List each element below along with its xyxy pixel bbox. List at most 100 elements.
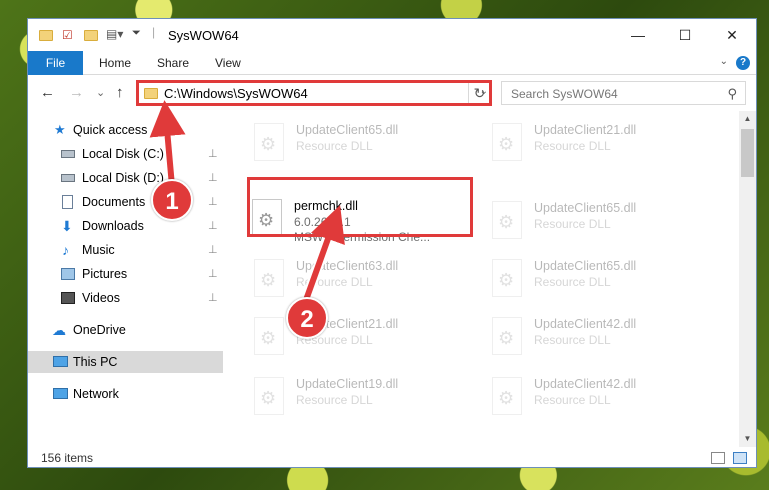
scroll-up-icon[interactable]: ▲ [739, 111, 756, 127]
ribbon-expand-icon[interactable]: ⌄ [720, 56, 728, 67]
sidebar-item-music[interactable]: ♪ Music ⊥ [28, 239, 223, 261]
new-folder-icon[interactable] [84, 30, 98, 41]
properties-icon[interactable]: ☑ [62, 28, 73, 42]
tab-share[interactable]: Share [157, 51, 189, 75]
dll-file-icon: ⚙ [492, 123, 522, 161]
dll-file-icon: ⚙ [254, 317, 284, 355]
vertical-scrollbar[interactable]: ▲ ▼ [739, 111, 756, 447]
sidebar-item-this-pc[interactable]: This PC [28, 351, 223, 373]
sidebar-item-label: Documents [82, 195, 146, 209]
navigation-bar: ← → ⌄ ↑ C:\Windows\SysWOW64 ⌄ ↻ Search S… [28, 76, 756, 110]
forward-button[interactable]: → [69, 84, 84, 101]
help-icon[interactable]: ? [736, 56, 750, 70]
file-type: Resource DLL [296, 393, 373, 407]
file-item[interactable]: ⚙ UpdateClient65.dll Resource DLL [250, 117, 480, 171]
ribbon-tabs: File Home Share View ⌄ ? [28, 51, 756, 75]
dll-file-icon: ⚙ [254, 377, 284, 415]
file-name: UpdateClient65.dll [534, 259, 637, 273]
up-button[interactable]: ↑ [116, 84, 124, 101]
pin-icon[interactable]: ⊥ [208, 263, 218, 285]
dll-file-icon: ⚙ [492, 377, 522, 415]
folder-icon [39, 30, 53, 41]
pin-icon[interactable]: ⊥ [208, 215, 218, 237]
file-item[interactable]: ⚙ UpdateClient21.dll Resource DLL [488, 117, 718, 171]
file-name: UpdateClient42.dll [534, 317, 637, 331]
address-highlight-box [136, 80, 492, 106]
pin-icon[interactable]: ⊥ [208, 143, 218, 165]
details-view-icon[interactable] [711, 452, 725, 464]
back-button[interactable]: ← [40, 84, 55, 101]
scroll-down-icon[interactable]: ▼ [739, 431, 756, 447]
file-list: ⚙ UpdateClient65.dll Resource DLL ⚙ perm… [224, 111, 738, 447]
file-name: UpdateClient65.dll [296, 123, 399, 137]
tab-view[interactable]: View [215, 51, 241, 75]
tab-home[interactable]: Home [99, 51, 131, 75]
file-item[interactable]: ⚙ UpdateClient19.dll Resource DLL [250, 371, 480, 425]
sidebar-item-downloads[interactable]: ⬇ Downloads ⊥ [28, 215, 223, 237]
dll-file-icon: ⚙ [492, 317, 522, 355]
sidebar-item-network[interactable]: Network [28, 383, 223, 405]
file-item[interactable]: ⚙ UpdateClient65.dll Resource DLL [488, 195, 718, 249]
pictures-icon [61, 268, 75, 280]
drive-icon [61, 174, 75, 182]
file-item[interactable]: ⚙ UpdateClient42.dll Resource DLL [488, 311, 718, 365]
sidebar-item-documents[interactable]: Documents ⊥ [28, 191, 223, 213]
sidebar-item-label: Pictures [82, 267, 128, 281]
sidebar-item-label: Local Disk (C:) [82, 147, 164, 161]
sidebar-item-label: Music [82, 243, 115, 257]
star-icon: ★ [54, 122, 66, 137]
file-explorer-window: ☑ ▤▾ ⏷ | SysWOW64 — ☐ ✕ File Home Share … [27, 18, 757, 468]
tab-file[interactable]: File [28, 51, 83, 75]
scroll-thumb[interactable] [741, 129, 754, 177]
file-item[interactable]: ⚙ UpdateClient63.dll Resource DLL [250, 253, 480, 307]
pin-icon[interactable]: ⊥ [208, 239, 218, 261]
sidebar-item-local-disk-d[interactable]: Local Disk (D:) ⊥ [28, 167, 223, 189]
file-type: Resource DLL [534, 393, 611, 407]
file-name: UpdateClient19.dll [296, 377, 399, 391]
sidebar-item-videos[interactable]: Videos ⊥ [28, 287, 223, 309]
music-icon: ♪ [62, 242, 69, 258]
pin-icon[interactable]: ⊥ [208, 191, 218, 213]
file-name: UpdateClient42.dll [534, 377, 637, 391]
videos-icon [61, 292, 75, 304]
recent-locations-button[interactable]: ⌄ [96, 86, 105, 99]
sidebar-item-onedrive[interactable]: ☁ OneDrive [28, 319, 223, 341]
file-item[interactable]: ⚙ UpdateClient42.dll Resource DLL [488, 371, 718, 425]
search-input[interactable]: Search SysWOW64 [511, 87, 618, 101]
title-divider: | [152, 25, 156, 39]
file-type: Resource DLL [534, 139, 611, 153]
title-bar: ☑ ▤▾ ⏷ | SysWOW64 — ☐ ✕ [28, 19, 756, 51]
file-item[interactable]: ⚙ UpdateClient65.dll Resource DLL [488, 253, 718, 307]
computer-icon [53, 356, 68, 367]
callout-badge-1: 1 [151, 179, 193, 221]
sidebar-item-label: Network [73, 387, 119, 401]
minimize-button[interactable]: — [615, 19, 661, 51]
file-item[interactable]: ⚙ UpdateClient21.dll Resource DLL [250, 311, 480, 365]
pin-icon[interactable]: ⊥ [208, 167, 218, 189]
sidebar-item-quick-access[interactable]: ★ Quick access [28, 119, 223, 141]
sidebar-item-label: Videos [82, 291, 120, 305]
callout-badge-2: 2 [286, 297, 328, 339]
tiles-view-icon[interactable] [733, 452, 747, 464]
maximize-button[interactable]: ☐ [662, 19, 708, 51]
sidebar-item-label: Downloads [82, 219, 144, 233]
sidebar-item-pictures[interactable]: Pictures ⊥ [28, 263, 223, 285]
file-type: Resource DLL [296, 275, 373, 289]
search-box[interactable]: Search SysWOW64 ⚲ [501, 81, 746, 105]
file-name: UpdateClient63.dll [296, 259, 399, 273]
sidebar-item-local-disk-c[interactable]: Local Disk (C:) ⊥ [28, 143, 223, 165]
file-type: Resource DLL [534, 333, 611, 347]
dll-file-icon: ⚙ [492, 259, 522, 297]
search-icon[interactable]: ⚲ [727, 86, 737, 102]
documents-icon [62, 195, 73, 209]
file-type: Resource DLL [534, 275, 611, 289]
drive-icon [61, 150, 75, 158]
download-icon: ⬇ [61, 218, 73, 234]
customize-toolbar-icon[interactable]: ⏷ [132, 27, 141, 40]
quick-access-toolbar-icon[interactable]: ▤▾ [106, 27, 123, 41]
pin-icon[interactable]: ⊥ [208, 287, 218, 309]
file-type: Resource DLL [296, 139, 373, 153]
status-bar: 156 items [28, 447, 756, 469]
close-button[interactable]: ✕ [709, 19, 755, 51]
file-highlight-box [247, 177, 473, 237]
